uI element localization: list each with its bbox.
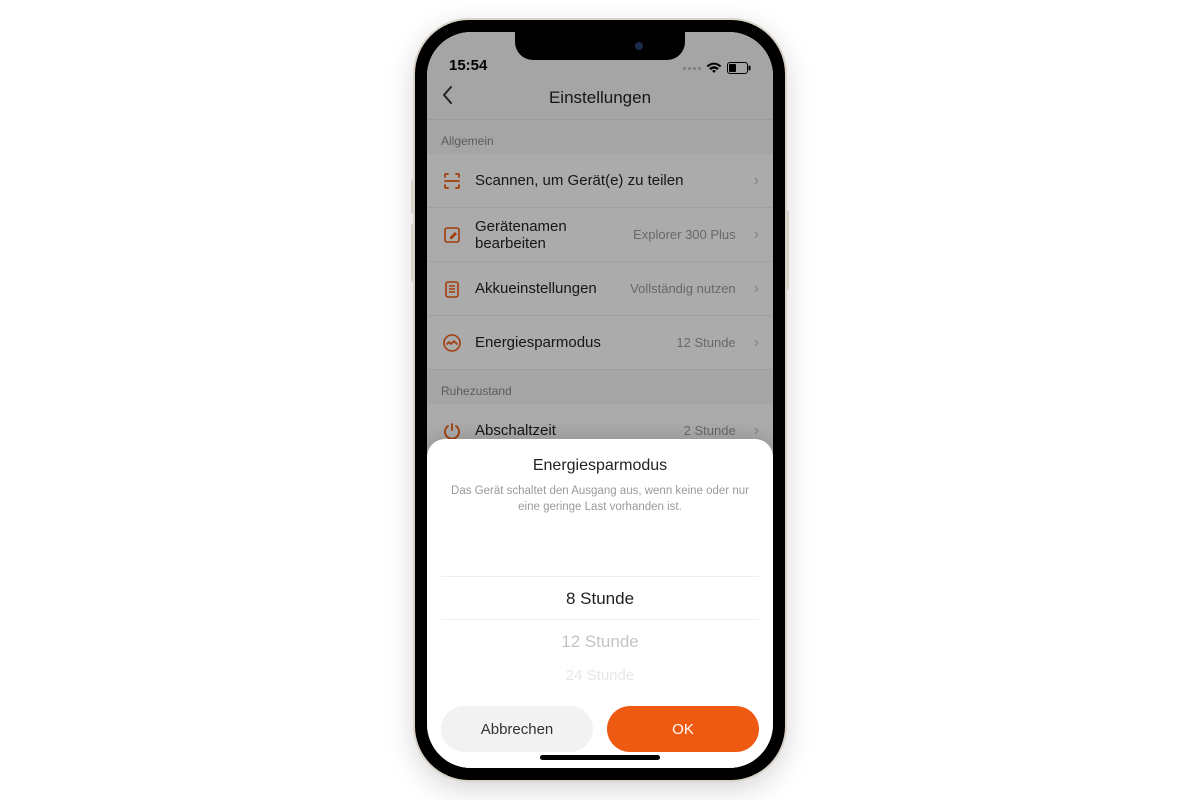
phone-frame: 15:54 Einstellungen bbox=[415, 20, 785, 780]
ok-button[interactable]: OK bbox=[607, 706, 759, 752]
power-button bbox=[785, 210, 789, 290]
screen: 15:54 Einstellungen bbox=[427, 32, 773, 768]
notch bbox=[515, 32, 685, 60]
picker-option[interactable]: 24 Stunde bbox=[441, 664, 759, 688]
sheet-title: Energiesparmodus bbox=[441, 457, 759, 475]
energy-mode-sheet: Energiesparmodus Das Gerät schaltet den … bbox=[427, 439, 773, 768]
volume-down-button bbox=[411, 224, 415, 282]
picker-option[interactable]: 12 Stunde bbox=[441, 620, 759, 664]
cancel-button[interactable]: Abbrechen bbox=[441, 706, 593, 752]
picker-option-selected[interactable]: 8 Stunde bbox=[441, 576, 759, 620]
sheet-description: Das Gerät schaltet den Ausgang aus, wenn… bbox=[441, 483, 759, 516]
front-camera bbox=[635, 42, 643, 50]
volume-up-button bbox=[411, 180, 415, 214]
home-indicator[interactable] bbox=[540, 755, 660, 760]
duration-picker[interactable]: 8 Stunde 12 Stunde 24 Stunde bbox=[441, 576, 759, 688]
